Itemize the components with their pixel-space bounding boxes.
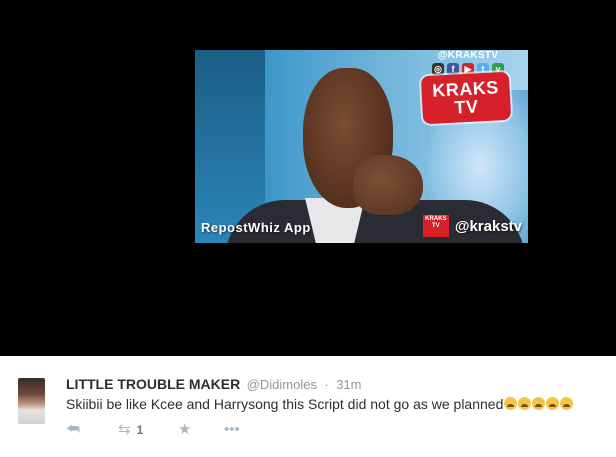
separator-dot: · — [324, 377, 329, 392]
instagram-icon: ◎ — [432, 63, 444, 75]
tired-face-emoji — [546, 397, 560, 410]
tweet-header: LITTLE TROUBLE MAKER @Didimoles · 31m — [66, 376, 362, 394]
username[interactable]: @Didimoles — [247, 377, 317, 392]
retweet-button[interactable]: ⇆ 1 — [118, 422, 178, 437]
tweet-actions: ⮪ ⇆ 1 ★ ••• — [66, 422, 240, 437]
reply-icon: ⮪ — [66, 421, 80, 438]
fullname[interactable]: LITTLE TROUBLE MAKER — [66, 376, 240, 392]
watermark-top: @KRAKSTV ◎ f ▶ t v — [418, 50, 518, 75]
favorite-button[interactable]: ★ — [178, 422, 224, 437]
tired-face-emoji — [560, 397, 574, 410]
mini-kraks-logo: KRAKS TV — [422, 215, 449, 237]
reply-button[interactable]: ⮪ — [66, 422, 118, 437]
tweet-text-content: Skiibii be like Kcee and Harrysong this … — [66, 396, 504, 412]
tweet: LITTLE TROUBLE MAKER @Didimoles · 31m Sk… — [0, 356, 616, 457]
tweet-text: Skiibii be like Kcee and Harrysong this … — [66, 396, 574, 412]
avatar[interactable] — [18, 378, 45, 424]
logo-line-2: TV — [453, 96, 479, 118]
emoji-group — [503, 396, 574, 412]
timestamp[interactable]: 31m — [336, 377, 361, 392]
watermark-top-handle: @KRAKSTV — [437, 50, 499, 61]
watermark-app: RepostWhiz App — [201, 220, 311, 235]
kraks-tv-logo: KRAKS TV — [420, 71, 512, 125]
more-button[interactable]: ••• — [224, 422, 240, 437]
tired-face-emoji — [532, 397, 546, 410]
retweet-count: 1 — [136, 422, 144, 437]
photo-hand — [353, 155, 423, 215]
media-area: @KRAKSTV ◎ f ▶ t v KRAKS TV RepostWhiz A… — [0, 0, 616, 356]
tired-face-emoji — [504, 397, 518, 410]
watermark-bottom-right: KRAKS TV @krakstv — [422, 215, 522, 237]
more-icon: ••• — [224, 421, 240, 438]
retweet-icon: ⇆ — [118, 421, 131, 438]
tired-face-emoji — [518, 397, 532, 410]
star-icon: ★ — [178, 421, 192, 438]
facebook-icon: f — [447, 63, 459, 75]
tweet-photo[interactable]: @KRAKSTV ◎ f ▶ t v KRAKS TV RepostWhiz A… — [195, 50, 528, 243]
watermark-handle: @krakstv — [454, 217, 522, 235]
